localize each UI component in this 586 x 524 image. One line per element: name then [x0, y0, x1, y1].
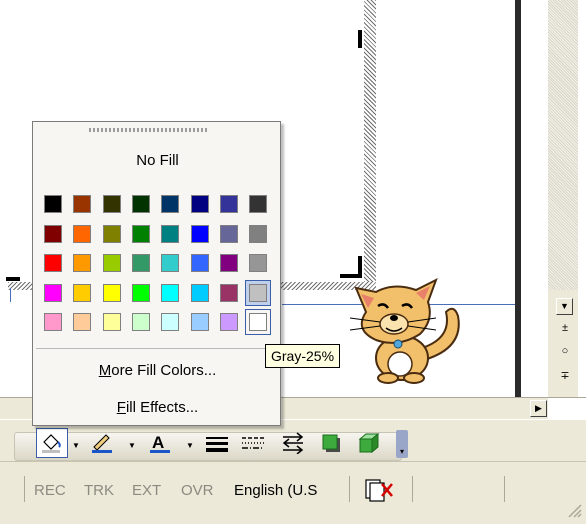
3d-icon[interactable]	[356, 432, 382, 454]
fill-color-palette: No Fill More Fill Colors... Fill Effects…	[32, 121, 281, 426]
status-language[interactable]: English (U.S	[234, 482, 317, 499]
status-separator	[24, 476, 25, 502]
color-swatch[interactable]	[102, 254, 121, 272]
color-swatch[interactable]	[102, 313, 121, 331]
color-swatch[interactable]	[190, 224, 209, 243]
color-swatch[interactable]	[161, 254, 180, 272]
color-swatch[interactable]	[102, 195, 121, 213]
font-color-icon[interactable]: A	[148, 432, 172, 454]
text-cursor-marker	[10, 288, 21, 302]
status-separator	[504, 476, 505, 502]
scroll-right-button[interactable]: ▶	[530, 400, 547, 417]
color-swatch[interactable]	[44, 283, 62, 302]
status-rec[interactable]: REC	[34, 482, 66, 499]
fill-color-icon	[42, 434, 61, 453]
color-swatch[interactable]	[161, 313, 180, 331]
color-tooltip: Gray-25%	[265, 344, 341, 368]
canvas-handle-left[interactable]	[6, 277, 20, 281]
fill-effects-label: ill Effects...	[125, 399, 199, 416]
line-style-icon[interactable]	[204, 434, 230, 452]
previous-page-icon[interactable]: ±	[555, 322, 575, 334]
color-swatch[interactable]	[219, 313, 238, 331]
canvas-handle-top[interactable]	[358, 30, 362, 48]
color-swatch[interactable]	[73, 313, 92, 331]
color-swatch[interactable]	[249, 224, 268, 243]
arrow-style-icon[interactable]	[280, 432, 306, 454]
color-swatch[interactable]	[190, 313, 209, 331]
hscroll-gap	[548, 398, 586, 420]
scroll-track[interactable]	[548, 0, 578, 290]
more-fill-colors-mnemonic: M	[98, 362, 112, 379]
scroll-down-button[interactable]: ▼	[556, 298, 573, 315]
color-swatch[interactable]	[44, 195, 62, 213]
office-assistant-cat[interactable]	[336, 268, 476, 388]
color-swatch[interactable]	[219, 283, 238, 302]
svg-text:A: A	[152, 433, 164, 452]
next-page-icon[interactable]: ∓	[555, 369, 575, 382]
color-swatch[interactable]	[249, 283, 268, 302]
color-swatch[interactable]	[131, 224, 150, 243]
color-swatch[interactable]	[190, 283, 209, 302]
page-margin-gap	[518, 0, 540, 397]
dash-style-icon[interactable]	[240, 434, 266, 452]
line-color-dropdown-arrow[interactable]: ▼	[128, 441, 136, 450]
color-swatch[interactable]	[131, 313, 150, 331]
color-swatch[interactable]	[131, 283, 150, 302]
no-fill-option[interactable]: No Fill	[33, 152, 282, 169]
color-swatch[interactable]	[249, 254, 268, 272]
color-swatch[interactable]	[44, 224, 62, 243]
status-ext[interactable]: EXT	[132, 482, 161, 499]
status-ovr[interactable]: OVR	[181, 482, 214, 499]
select-browse-object-icon[interactable]: ○	[555, 345, 575, 357]
color-swatch[interactable]	[219, 254, 238, 272]
palette-drag-handle[interactable]	[89, 128, 209, 132]
color-swatch[interactable]	[219, 224, 238, 243]
line-color-icon[interactable]	[90, 432, 114, 454]
more-fill-colors-label: ore Fill Colors...	[111, 362, 217, 379]
palette-divider	[36, 348, 279, 349]
page-edge-dark	[515, 0, 521, 397]
shadow-icon[interactable]	[320, 432, 344, 454]
status-separator	[412, 476, 413, 502]
status-trk[interactable]: TRK	[84, 482, 114, 499]
color-swatch[interactable]	[131, 254, 150, 272]
color-swatch[interactable]	[190, 254, 209, 272]
color-swatch[interactable]	[161, 195, 180, 213]
color-swatch[interactable]	[44, 254, 62, 272]
drawing-canvas-border-right	[364, 0, 376, 282]
vertical-scrollbar[interactable]	[548, 0, 578, 397]
resize-grip-icon[interactable]	[566, 502, 582, 518]
color-swatch[interactable]	[73, 283, 92, 302]
color-swatch[interactable]	[102, 283, 121, 302]
status-separator	[349, 476, 350, 502]
color-swatch[interactable]	[249, 195, 268, 213]
color-swatch[interactable]	[161, 224, 180, 243]
color-swatch[interactable]	[190, 195, 209, 213]
color-swatch[interactable]	[73, 224, 92, 243]
fill-color-dropdown-arrow[interactable]: ▼	[72, 441, 80, 450]
color-swatch[interactable]	[73, 254, 92, 272]
fill-effects-option[interactable]: Fill Effects...	[33, 399, 282, 416]
color-swatch[interactable]	[102, 224, 121, 243]
color-swatch[interactable]	[161, 283, 180, 302]
color-swatch[interactable]	[219, 195, 238, 213]
color-swatch[interactable]	[44, 313, 62, 331]
toolbar-options-chevron[interactable]: ▾	[396, 430, 408, 458]
spelling-check-icon[interactable]	[362, 478, 396, 502]
color-swatch[interactable]	[131, 195, 150, 213]
font-color-dropdown-arrow[interactable]: ▼	[186, 441, 194, 450]
color-swatch[interactable]	[249, 313, 268, 331]
status-bar: REC TRK EXT OVR English (U.S	[0, 461, 586, 524]
more-fill-colors-option[interactable]: More Fill Colors...	[33, 362, 282, 379]
color-swatch[interactable]	[73, 195, 92, 213]
fill-effects-mnemonic: F	[116, 399, 126, 416]
